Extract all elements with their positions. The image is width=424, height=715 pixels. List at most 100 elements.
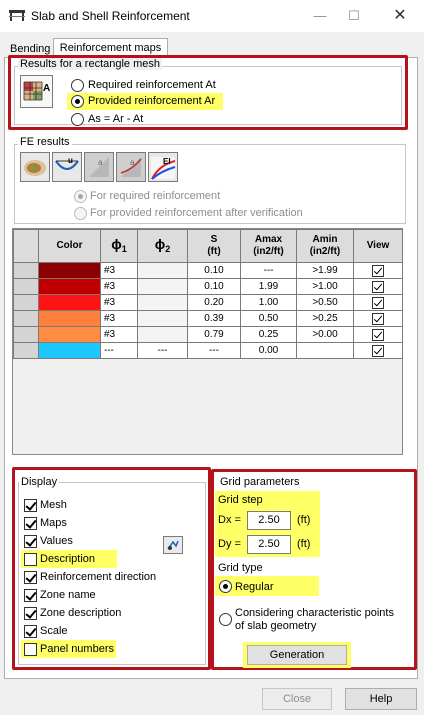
view-checkbox[interactable] xyxy=(372,344,384,357)
color-cell[interactable] xyxy=(38,294,101,311)
label-for-required: For required reinforcement xyxy=(90,190,221,202)
view-cell[interactable] xyxy=(353,342,403,359)
table-row[interactable]: --- --- --- 0.00 xyxy=(13,342,403,359)
amin-cell xyxy=(296,342,354,359)
row-header[interactable] xyxy=(13,278,39,295)
view-cell[interactable] xyxy=(353,326,403,343)
s-cell: 0.39 xyxy=(187,310,241,327)
deformation-icon[interactable]: u xyxy=(52,152,82,182)
color-cell[interactable] xyxy=(38,262,101,279)
col-header-amin: Amin (in2/ft) xyxy=(296,229,354,263)
svg-text:a: a xyxy=(130,158,135,167)
table-row[interactable]: #3 0.39 0.50 >0.25 xyxy=(13,310,403,327)
view-cell[interactable] xyxy=(353,262,403,279)
fe-map-icon[interactable] xyxy=(20,152,50,182)
dy-label: Dy = xyxy=(218,538,241,550)
stiffness-EI-icon[interactable]: EI xyxy=(148,152,178,182)
amin-cell: >0.25 xyxy=(296,310,354,327)
amax-cell: 1.99 xyxy=(240,278,297,295)
phi1-cell: #3 xyxy=(100,278,138,295)
view-checkbox[interactable] xyxy=(372,296,384,309)
row-header[interactable] xyxy=(13,310,39,327)
radio-grid-characteristic[interactable] xyxy=(219,613,232,626)
reinforcement-table: Color ϕ1 ϕ2 S (ft) Amax (in2/ft) Amin (in2/… xyxy=(13,229,403,359)
display-label: Scale xyxy=(40,625,68,637)
radio-for-provided[interactable] xyxy=(74,207,87,220)
display-checkbox-description[interactable] xyxy=(24,553,37,566)
display-checkbox-mesh[interactable] xyxy=(24,499,37,512)
provided-reinf-icon[interactable]: a xyxy=(116,152,146,182)
view-cell[interactable] xyxy=(353,278,403,295)
label-grid-regular: Regular xyxy=(235,581,274,593)
table-row[interactable]: #3 0.79 0.25 >0.00 xyxy=(13,326,403,343)
reinforcement-table-area: Color ϕ1 ϕ2 S (ft) Amax (in2/ft) Amin (in2/… xyxy=(12,228,403,455)
display-checkbox-values[interactable] xyxy=(24,535,37,548)
row-header[interactable] xyxy=(13,326,39,343)
phi1-cell: #3 xyxy=(100,294,138,311)
phi2-cell xyxy=(137,262,188,279)
display-checkbox-reinforcement-direction[interactable] xyxy=(24,571,37,584)
required-reinf-icon[interactable]: a xyxy=(84,152,114,182)
display-label: Description xyxy=(40,553,96,565)
color-cell[interactable] xyxy=(38,342,101,359)
display-settings-icon[interactable] xyxy=(163,536,183,554)
col-header-amax: Amax (in2/ft) xyxy=(240,229,297,263)
grid-type-label: Grid type xyxy=(218,562,263,574)
generation-button[interactable]: Generation xyxy=(247,645,347,665)
display-checkbox-panel-numbers[interactable] xyxy=(24,643,37,656)
phi2-cell: --- xyxy=(137,342,188,359)
row-header[interactable] xyxy=(13,294,39,311)
phi2-cell xyxy=(137,310,188,327)
color-cell[interactable] xyxy=(38,278,101,295)
display-checkbox-maps[interactable] xyxy=(24,517,37,530)
grid-step-label: Grid step xyxy=(218,494,263,506)
view-checkbox[interactable] xyxy=(372,264,384,277)
table-row[interactable]: #3 0.10 --- >1.99 xyxy=(13,262,403,279)
view-cell[interactable] xyxy=(353,310,403,327)
s-cell: 0.20 xyxy=(187,294,241,311)
row-header[interactable] xyxy=(13,342,39,359)
amax-cell: 0.00 xyxy=(240,342,297,359)
view-checkbox[interactable] xyxy=(372,312,384,325)
amin-cell: >0.50 xyxy=(296,294,354,311)
display-label: Values xyxy=(40,535,73,547)
display-checkbox-scale[interactable] xyxy=(24,625,37,638)
close-button[interactable]: Close xyxy=(262,688,332,710)
close-icon[interactable]: ✕ xyxy=(380,0,420,32)
label-grid-characteristic: Considering characteristic points xyxy=(235,607,394,619)
radio-grid-regular[interactable] xyxy=(219,580,232,593)
display-label: Maps xyxy=(40,517,67,529)
view-checkbox[interactable] xyxy=(372,328,384,341)
display-label: Zone description xyxy=(40,607,122,619)
dy-unit: (ft) xyxy=(297,538,311,550)
view-cell[interactable] xyxy=(353,294,403,311)
display-label: Panel numbers xyxy=(40,643,114,655)
label-grid-characteristic-2: of slab geometry xyxy=(235,620,317,632)
label-for-provided: For provided reinforcement after verific… xyxy=(90,207,303,219)
phi1-cell: #3 xyxy=(100,262,138,279)
color-cell[interactable] xyxy=(38,310,101,327)
row-header[interactable] xyxy=(13,262,39,279)
radio-for-required[interactable] xyxy=(74,190,87,203)
label-provided-reinforcement: Provided reinforcement Ar xyxy=(88,95,216,107)
color-cell[interactable] xyxy=(38,326,101,343)
label-required-reinforcement: Required reinforcement At xyxy=(88,79,216,91)
dx-input[interactable]: 2.50 xyxy=(247,511,291,530)
help-button[interactable]: Help xyxy=(345,688,417,710)
display-checkbox-zone-name[interactable] xyxy=(24,589,37,602)
dy-input[interactable]: 2.50 xyxy=(247,535,291,554)
display-title: Display xyxy=(19,476,60,488)
radio-provided-reinforcement[interactable] xyxy=(71,95,84,108)
svg-text:a: a xyxy=(98,158,103,167)
phi1-cell: #3 xyxy=(100,326,138,343)
amin-cell: >1.00 xyxy=(296,278,354,295)
view-checkbox[interactable] xyxy=(372,280,384,293)
maximize-icon[interactable]: ☐ xyxy=(334,0,374,32)
display-checkbox-zone-description[interactable] xyxy=(24,607,37,620)
table-row[interactable]: #3 0.10 1.99 >1.00 xyxy=(13,278,403,295)
radio-required-reinforcement[interactable] xyxy=(71,79,84,92)
dx-label: Dx = xyxy=(218,514,241,526)
phi1-cell: #3 xyxy=(100,310,138,327)
radio-as-difference[interactable] xyxy=(71,113,84,126)
table-row[interactable]: #3 0.20 1.00 >0.50 xyxy=(13,294,403,311)
